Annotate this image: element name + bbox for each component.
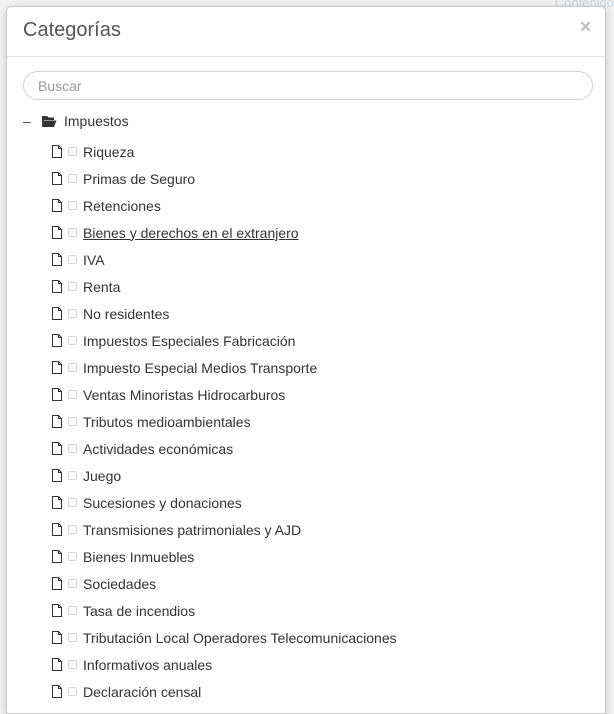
tree-item[interactable]: Retenciones [52,192,397,219]
item-checkbox[interactable] [68,552,77,561]
tree-item[interactable]: Juego [52,462,397,489]
tree-item-label[interactable]: Sucesiones y donaciones [83,495,242,511]
tree-root-label[interactable]: Impuestos [64,113,129,129]
tree-item[interactable]: IVA [52,246,397,273]
tree-root-impuestos[interactable]: – Impuestos [23,111,129,131]
file-icon [52,172,62,185]
item-checkbox[interactable] [68,417,77,426]
file-icon [52,253,62,266]
tree-item-label[interactable]: Juego [83,468,121,484]
tree-item-label[interactable]: IVA [83,252,105,268]
tree-children: Riqueza Primas de Seguro Retenciones Bienes… [52,138,397,705]
item-checkbox[interactable] [68,363,77,372]
item-checkbox[interactable] [68,201,77,210]
item-checkbox[interactable] [68,228,77,237]
file-icon [52,199,62,212]
file-icon [52,685,62,698]
tree-item-label[interactable]: Impuestos Especiales Fabricación [83,333,295,349]
tree-item-label[interactable]: Actividades económicas [83,441,233,457]
item-checkbox[interactable] [68,282,77,291]
file-icon [52,307,62,320]
tree-item-label[interactable]: Tributos medioambientales [83,414,251,430]
item-checkbox[interactable] [68,606,77,615]
item-checkbox[interactable] [68,174,77,183]
item-checkbox[interactable] [68,444,77,453]
modal-title: Categorías [23,19,121,41]
item-checkbox[interactable] [68,336,77,345]
file-icon [52,388,62,401]
file-icon [52,631,62,644]
file-icon [52,415,62,428]
file-icon [52,550,62,563]
tree-item[interactable]: Bienes Inmuebles [52,543,397,570]
search-input[interactable] [23,71,593,100]
tree-item-label[interactable]: Tasa de incendios [83,603,195,619]
tree-item-label[interactable]: Riqueza [83,144,134,160]
tree-item[interactable]: Declaración censal [52,678,397,705]
file-icon [52,658,62,671]
file-icon [52,334,62,347]
tree-item[interactable]: Renta [52,273,397,300]
file-icon [52,226,62,239]
file-icon [52,442,62,455]
file-icon [52,604,62,617]
tree-item-label[interactable]: Transmisiones patrimoniales y AJD [83,522,301,538]
tree-item-label[interactable]: Impuesto Especial Medios Transporte [83,360,317,376]
tree-item[interactable]: Ventas Minoristas Hidrocarburos [52,381,397,408]
tree-item-label[interactable]: Ventas Minoristas Hidrocarburos [83,387,285,403]
item-checkbox[interactable] [68,309,77,318]
tree-item[interactable]: No residentes [52,300,397,327]
tree-item-label[interactable]: Renta [83,279,120,295]
item-checkbox[interactable] [68,390,77,399]
file-icon [52,577,62,590]
open-folder-icon [41,114,57,128]
tree-item[interactable]: Tasa de incendios [52,597,397,624]
file-icon [52,496,62,509]
close-button[interactable]: × [580,18,591,37]
item-checkbox[interactable] [68,498,77,507]
tree-item-label[interactable]: No residentes [83,306,169,322]
item-checkbox[interactable] [68,471,77,480]
tree-item[interactable]: Impuesto Especial Medios Transporte [52,354,397,381]
item-checkbox[interactable] [68,525,77,534]
tree-item-label[interactable]: Tributación Local Operadores Telecomunic… [83,630,397,646]
tree-item-label[interactable]: Primas de Seguro [83,171,195,187]
modal-header: Categorías × [7,7,605,57]
tree-item-label[interactable]: Declaración censal [83,684,201,700]
file-icon [52,469,62,482]
item-checkbox[interactable] [68,147,77,156]
tree-item[interactable]: Tributación Local Operadores Telecomunic… [52,624,397,651]
file-icon [52,280,62,293]
tree-item[interactable]: Transmisiones patrimoniales y AJD [52,516,397,543]
tree-item-label[interactable]: Retenciones [83,198,161,214]
collapse-toggle[interactable]: – [23,113,35,129]
tree-item[interactable]: Riqueza [52,138,397,165]
tree-item[interactable]: Sociedades [52,570,397,597]
item-checkbox[interactable] [68,687,77,696]
tree-item-label[interactable]: Informativos anuales [83,657,212,673]
tree-item-label[interactable]: Sociedades [83,576,156,592]
item-checkbox[interactable] [68,255,77,264]
tree-item-label[interactable]: Bienes Inmuebles [83,549,194,565]
tree-item[interactable]: Bienes y derechos en el extranjero [52,219,397,246]
item-checkbox[interactable] [68,633,77,642]
tree-item[interactable]: Sucesiones y donaciones [52,489,397,516]
tree-item[interactable]: Actividades económicas [52,435,397,462]
file-icon [52,523,62,536]
tree-item[interactable]: Tributos medioambientales [52,408,397,435]
tree-item[interactable]: Primas de Seguro [52,165,397,192]
item-checkbox[interactable] [68,660,77,669]
item-checkbox[interactable] [68,579,77,588]
file-icon [52,145,62,158]
categories-modal: Categorías × – Impuestos Riqueza Primas d… [6,6,606,714]
tree-item-label[interactable]: Bienes y derechos en el extranjero [83,225,299,241]
tree-item[interactable]: Impuestos Especiales Fabricación [52,327,397,354]
tree-item[interactable]: Informativos anuales [52,651,397,678]
file-icon [52,361,62,374]
